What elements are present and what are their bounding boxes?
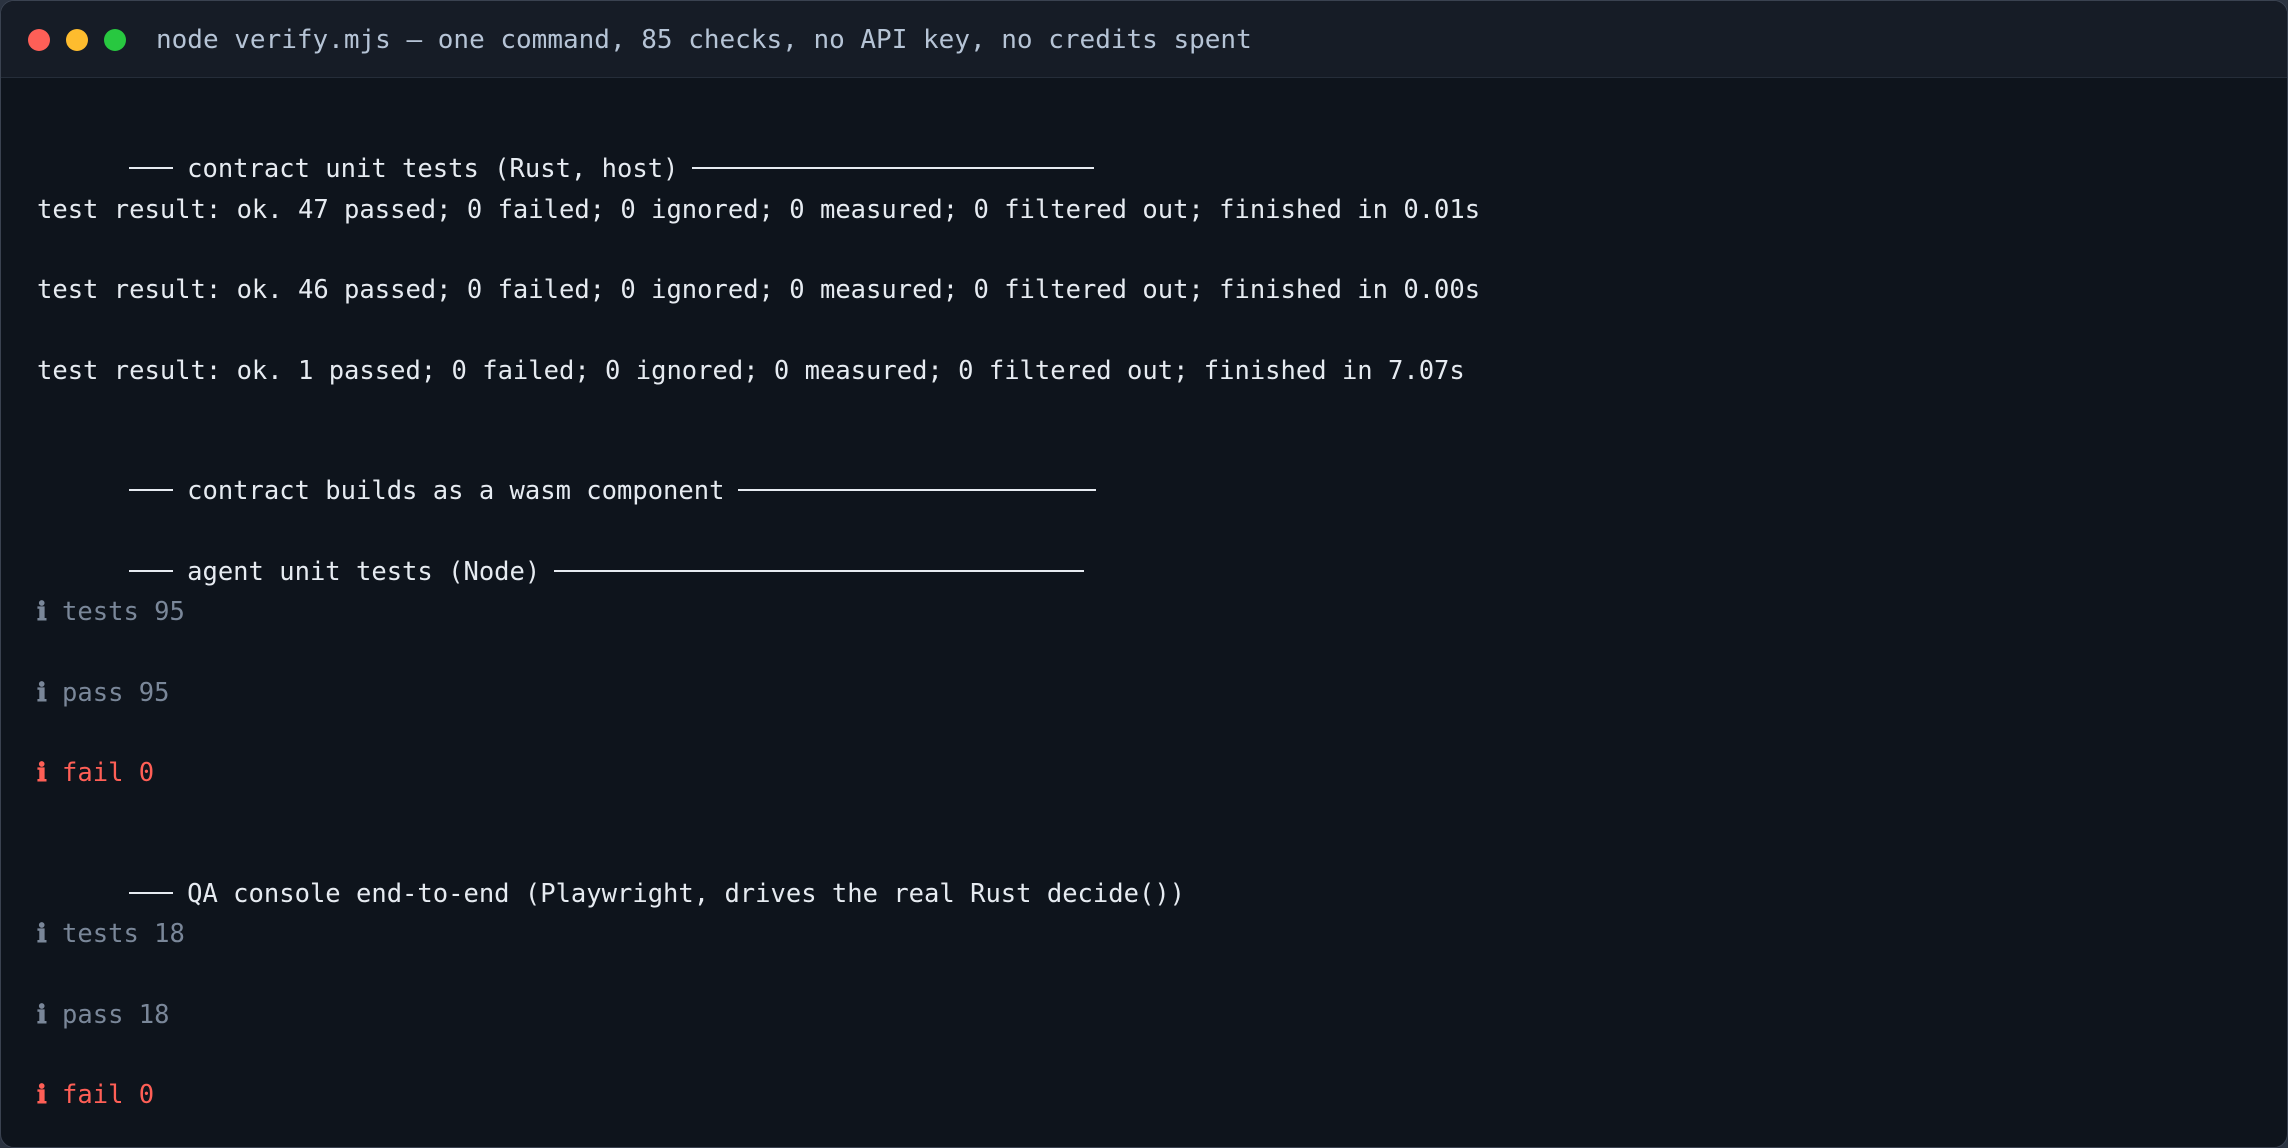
output-text: test result: ok. 47 passed; 0 failed; 0 … — [37, 194, 1481, 225]
output-text: test result: ok. 46 passed; 0 failed; 0 … — [37, 275, 1481, 305]
info-text: tests 95 — [62, 597, 185, 627]
title-bar: node verify.mjs — one command, 85 checks… — [1, 1, 2287, 78]
info-icon: ℹ — [37, 999, 47, 1030]
info-text: pass 95 — [62, 677, 170, 708]
info-text: pass 18 — [62, 999, 170, 1030]
section-title: agent unit tests (Node) — [187, 556, 541, 587]
info-icon: ℹ — [37, 919, 47, 949]
output-line: test result: ok. 47 passed; 0 failed; 0 … — [37, 190, 2257, 271]
output-line: test result: ok. 46 passed; 0 failed; 0 … — [37, 270, 2257, 351]
info-icon: ℹ — [37, 1080, 47, 1110]
info-text: tests 18 — [62, 919, 185, 949]
fail-text: fail 0 — [62, 758, 155, 788]
info-icon: ℹ — [37, 758, 47, 788]
section-title: contract builds as a wasm component — [187, 476, 725, 506]
info-icon: ℹ — [37, 677, 47, 708]
terminal-output: contract unit tests (Rust, host) test re… — [37, 109, 2257, 1147]
info-line: ℹ tests 18 — [37, 914, 2257, 995]
output-line: test result: ok. 1 passed; 0 failed; 0 i… — [37, 351, 2257, 432]
info-line: ℹ pass 18 — [37, 995, 2257, 1076]
section-header: contract unit tests (Rust, host) — [37, 109, 2257, 190]
rule-left — [129, 167, 174, 169]
info-line: ℹ tests 95 — [37, 592, 2257, 673]
rule-right — [738, 489, 1097, 491]
minimize-window-button[interactable] — [66, 29, 88, 51]
section-header: agent unit tests (Node) — [37, 512, 2257, 593]
window-title: node verify.mjs — one command, 85 checks… — [156, 25, 1252, 55]
section-header: contract builds as a wasm component — [37, 431, 2257, 512]
info-icon: ℹ — [37, 597, 47, 627]
rule-left — [129, 891, 174, 894]
rule-right — [692, 167, 1095, 169]
close-window-button[interactable] — [28, 29, 50, 51]
fail-line: ℹ fail 0 — [37, 753, 2257, 834]
rule-left — [129, 569, 174, 572]
section-title: contract unit tests (Rust, host) — [187, 154, 679, 184]
section-header: QA console end-to-end (Playwright, drive… — [37, 834, 2257, 915]
rule-left — [129, 489, 174, 491]
terminal-window: node verify.mjs — one command, 85 checks… — [0, 0, 2288, 1148]
rule-right — [554, 569, 1085, 572]
fail-text: fail 0 — [62, 1080, 155, 1110]
section-title: QA console end-to-end (Playwright, drive… — [187, 878, 1186, 909]
fail-line: ℹ fail 0 — [37, 1075, 2257, 1147]
zoom-window-button[interactable] — [104, 29, 126, 51]
output-text: test result: ok. 1 passed; 0 failed; 0 i… — [37, 355, 1465, 386]
info-line: ℹ pass 95 — [37, 673, 2257, 754]
